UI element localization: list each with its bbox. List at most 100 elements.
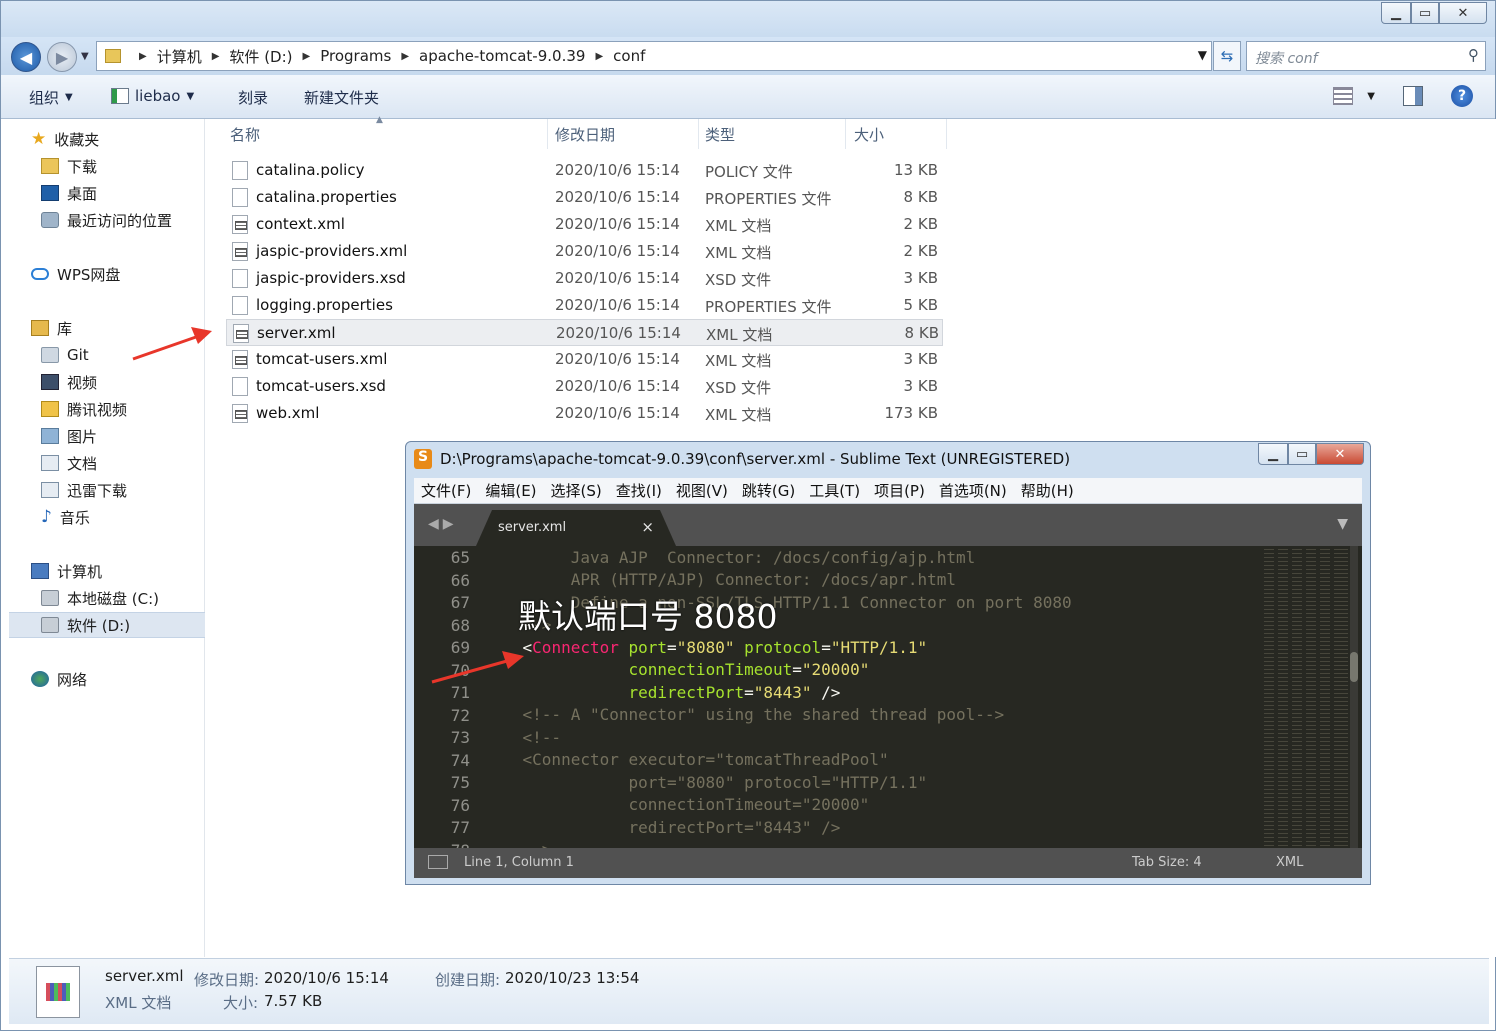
breadcrumb-programs[interactable]: Programs bbox=[320, 47, 391, 65]
line-number: 65 bbox=[450, 548, 470, 567]
chevron-right-icon[interactable]: ▶ bbox=[595, 51, 603, 62]
file-row[interactable]: web.xml 2020/10/6 15:14 XML 文档 173 KB bbox=[226, 400, 943, 427]
sublime-menu-bar: 文件(F) 编辑(E) 选择(S) 查找(I) 视图(V) 跳转(G) 工具(T… bbox=[414, 478, 1362, 504]
nav-desktop-label: 桌面 bbox=[67, 184, 98, 203]
nav-recent-label: 最近访问的位置 bbox=[67, 211, 173, 230]
file-row[interactable]: jaspic-providers.xsd 2020/10/6 15:14 XSD 文… bbox=[226, 265, 943, 292]
nav-music-label: 音乐 bbox=[59, 508, 90, 527]
file-row[interactable]: tomcat-users.xsd 2020/10/6 15:14 XSD 文件 3 K… bbox=[226, 373, 943, 400]
menu-goto[interactable]: 跳转(G) bbox=[735, 480, 802, 501]
tab-server-xml[interactable]: server.xml × bbox=[476, 510, 676, 546]
menu-tools[interactable]: 工具(T) bbox=[802, 480, 867, 501]
chevron-right-icon[interactable]: ▶ bbox=[303, 51, 311, 62]
code-line: redirectPort="8443" /> bbox=[628, 683, 841, 702]
details-file-name: server.xml bbox=[105, 967, 184, 985]
organize-button[interactable]: 组织 ▼ bbox=[29, 87, 73, 108]
sublime-maximize-button[interactable]: ▭ bbox=[1288, 443, 1316, 465]
breadcrumb-computer[interactable]: 计算机 bbox=[157, 46, 202, 67]
file-type: XML 文档 bbox=[705, 217, 772, 235]
chevron-right-icon[interactable]: ▶ bbox=[212, 51, 220, 62]
nav-favorites[interactable]: ★ 收藏夹 bbox=[31, 126, 227, 152]
file-date: 2020/10/6 15:14 bbox=[556, 324, 681, 342]
sublime-window: D:\Programs\apache-tomcat-9.0.39\conf\se… bbox=[405, 441, 1371, 885]
file-row[interactable]: server.xml 2020/10/6 15:14 XML 文档 8 KB bbox=[226, 319, 943, 346]
column-name-label: 名称 bbox=[230, 125, 261, 144]
file-row[interactable]: jaspic-providers.xml 2020/10/6 15:14 XML 文… bbox=[226, 238, 943, 265]
new-folder-button[interactable]: 新建文件夹 bbox=[304, 87, 379, 108]
nav-drive-d[interactable]: 软件 (D:) bbox=[9, 612, 205, 638]
menu-selection[interactable]: 选择(S) bbox=[544, 480, 609, 501]
file-row[interactable]: catalina.properties 2020/10/6 15:14 PROPER… bbox=[226, 184, 943, 211]
column-header-date[interactable]: 修改日期 bbox=[551, 119, 699, 149]
file-size: 3 KB bbox=[903, 350, 938, 368]
chevron-right-icon[interactable]: ▶ bbox=[401, 51, 409, 62]
refresh-button[interactable]: ⇆ bbox=[1213, 41, 1241, 71]
breadcrumb-drive-d[interactable]: 软件 (D:) bbox=[229, 46, 292, 67]
tab-size-setting[interactable]: Tab Size: 4 bbox=[1132, 855, 1202, 870]
search-input[interactable]: 搜索 conf ⚲ bbox=[1246, 41, 1486, 71]
address-bar[interactable]: ▶ 计算机 ▶ 软件 (D:) ▶ Programs ▶ apache-tomc… bbox=[96, 41, 1212, 71]
sublime-minimize-button[interactable]: ▁ bbox=[1258, 443, 1288, 465]
nav-network[interactable]: 网络 bbox=[31, 666, 227, 692]
syntax-setting[interactable]: XML bbox=[1276, 855, 1303, 870]
column-date-label: 修改日期 bbox=[555, 125, 616, 144]
line-number: 68 bbox=[450, 615, 470, 635]
menu-help[interactable]: 帮助(H) bbox=[1014, 480, 1081, 501]
menu-find[interactable]: 查找(I) bbox=[609, 480, 669, 501]
forward-button[interactable]: ▶ bbox=[47, 42, 77, 72]
panel-toggle-icon[interactable] bbox=[428, 855, 448, 869]
file-row[interactable]: context.xml 2020/10/6 15:14 XML 文档 2 KB bbox=[226, 211, 943, 238]
search-icon[interactable]: ⚲ bbox=[1468, 46, 1479, 64]
file-row[interactable]: catalina.policy 2020/10/6 15:14 POLICY 文件 1… bbox=[226, 157, 943, 184]
scrollbar[interactable] bbox=[1350, 546, 1358, 848]
menu-project[interactable]: 项目(P) bbox=[867, 480, 932, 501]
nav-computer[interactable]: 计算机 bbox=[31, 558, 227, 584]
back-button[interactable]: ◀ bbox=[11, 42, 41, 72]
title-bar: ▁ ▭ ✕ bbox=[1, 1, 1495, 37]
burn-button[interactable]: 刻录 bbox=[238, 87, 268, 108]
minimap[interactable] bbox=[1264, 546, 1348, 848]
view-options-button[interactable]: ▼ bbox=[1333, 87, 1375, 105]
line-number: 67 bbox=[450, 593, 470, 612]
nav-libraries[interactable]: 库 bbox=[31, 315, 227, 341]
library-icon bbox=[31, 320, 49, 336]
preview-pane-icon[interactable] bbox=[1403, 86, 1423, 106]
breadcrumb-conf[interactable]: conf bbox=[613, 47, 645, 65]
breadcrumb-tomcat[interactable]: apache-tomcat-9.0.39 bbox=[419, 47, 585, 65]
help-icon[interactable]: ? bbox=[1451, 85, 1473, 107]
details-modified-label: 修改日期: bbox=[194, 971, 260, 989]
menu-file[interactable]: 文件(F) bbox=[414, 480, 478, 501]
app-icon bbox=[111, 88, 129, 104]
close-button[interactable]: ✕ bbox=[1439, 2, 1487, 24]
minimize-button[interactable]: ▁ bbox=[1381, 2, 1411, 24]
address-row: ◀ ▶ ▼ ▶ 计算机 ▶ 软件 (D:) ▶ Programs ▶ apach… bbox=[1, 37, 1495, 75]
tab-list-dropdown-icon[interactable]: ▼ bbox=[1337, 516, 1348, 532]
annotation-default-port: 默认端口号 8080 bbox=[518, 597, 778, 636]
maximize-button[interactable]: ▭ bbox=[1411, 2, 1439, 24]
chevron-down-icon: ▼ bbox=[1197, 48, 1207, 62]
column-header-name[interactable]: 名称 bbox=[226, 119, 548, 149]
menu-preferences[interactable]: 首选项(N) bbox=[932, 480, 1014, 501]
column-header-type[interactable]: 类型 bbox=[701, 119, 846, 149]
liebao-button[interactable]: liebao ▼ bbox=[111, 87, 194, 105]
nav-video-label: 视频 bbox=[67, 373, 98, 392]
address-dropdown[interactable]: ▼ bbox=[1198, 48, 1207, 62]
menu-view[interactable]: 视图(V) bbox=[669, 480, 735, 501]
nav-wps[interactable]: WPS网盘 bbox=[31, 261, 227, 287]
file-date: 2020/10/6 15:14 bbox=[555, 161, 680, 179]
scrollbar-thumb[interactable] bbox=[1350, 652, 1358, 682]
file-name: logging.properties bbox=[256, 296, 393, 314]
tab-close-icon[interactable]: × bbox=[641, 518, 654, 536]
file-row[interactable]: tomcat-users.xml 2020/10/6 15:14 XML 文档 3 K… bbox=[226, 346, 943, 373]
file-row[interactable]: logging.properties 2020/10/6 15:14 PROPERT… bbox=[226, 292, 943, 319]
file-name: server.xml bbox=[257, 324, 336, 342]
chevron-right-icon[interactable]: ▶ bbox=[139, 51, 147, 62]
menu-edit[interactable]: 编辑(E) bbox=[478, 480, 543, 501]
recent-pages-dropdown[interactable]: ▼ bbox=[81, 51, 89, 62]
tab-scroll-arrows-icon[interactable]: ◀▶ bbox=[428, 516, 458, 532]
folder-icon bbox=[41, 401, 59, 417]
sublime-close-button[interactable]: ✕ bbox=[1316, 443, 1364, 465]
pictures-icon bbox=[41, 428, 59, 444]
file-type: XML 文档 bbox=[706, 326, 773, 344]
column-header-size[interactable]: 大小 bbox=[850, 119, 947, 149]
